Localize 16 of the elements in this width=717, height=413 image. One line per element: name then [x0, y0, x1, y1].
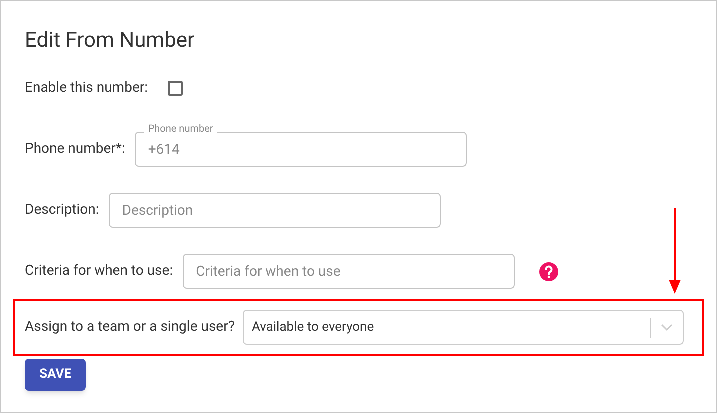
floating-label: Phone number: [144, 124, 218, 136]
field-label: Description:: [25, 201, 100, 220]
field-label: Assign to a team or a single user?: [25, 318, 235, 337]
save-button[interactable]: SAVE: [25, 359, 86, 391]
phone-number-field[interactable]: +614: [135, 132, 468, 167]
help-icon[interactable]: [539, 262, 560, 282]
page-title: Edit From Number: [25, 28, 196, 54]
field-label: Enable this number:: [25, 79, 148, 98]
field-label: Criteria for when to use:: [25, 262, 174, 281]
chevron-down-icon: [661, 324, 673, 332]
text-field[interactable]: Criteria for when to use: [183, 254, 516, 289]
assign-select[interactable]: Available to everyone: [242, 310, 684, 345]
text-field[interactable]: Description: [109, 193, 442, 228]
arrow-icon: [669, 208, 681, 294]
field-label: Phone number*:: [25, 140, 126, 159]
checkbox[interactable]: [168, 81, 184, 96]
